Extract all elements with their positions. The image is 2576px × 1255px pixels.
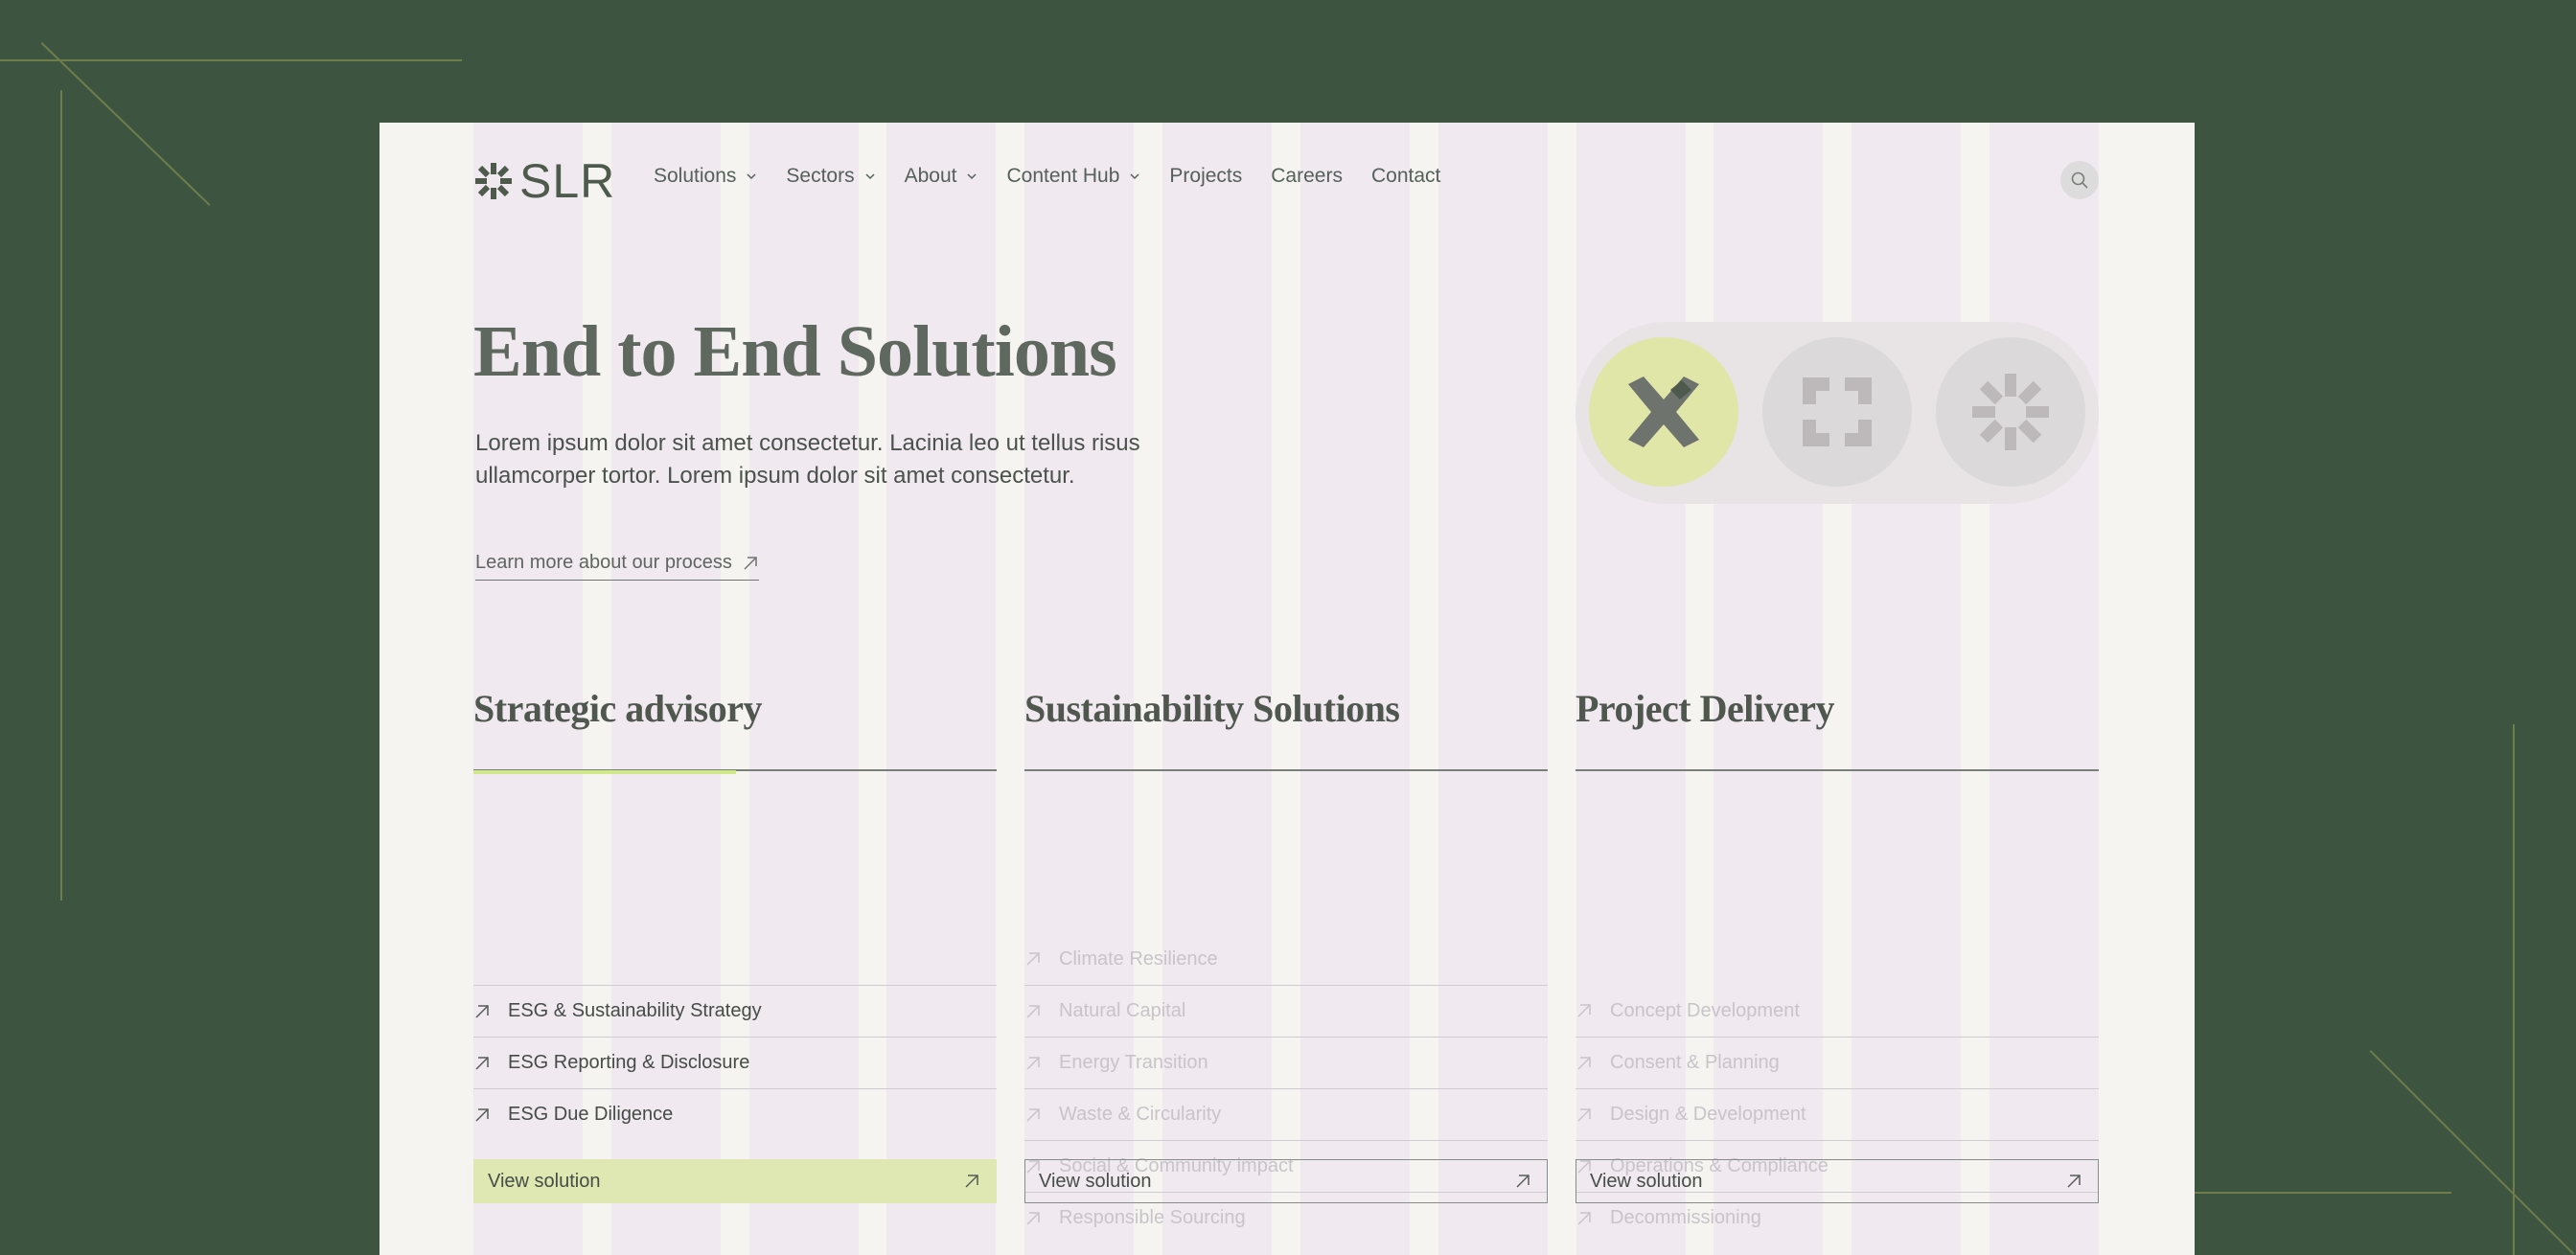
- arrow-up-right-icon: [1026, 1211, 1040, 1225]
- list-item[interactable]: Design & Development: [1576, 1088, 2099, 1140]
- decor-line-left-vertical: [60, 90, 62, 901]
- decor-diagonal-top-left: [40, 42, 211, 206]
- arrow-up-right-icon: [1577, 1004, 1591, 1017]
- arrow-up-right-icon: [2067, 1175, 2081, 1188]
- solution-list: Concept Development Consent & Planning D…: [1576, 985, 2099, 1244]
- arrow-up-right-icon: [1577, 1211, 1591, 1225]
- list-item[interactable]: Natural Capital: [1024, 985, 1548, 1037]
- solution-list: ESG & Sustainability Strategy ESG Report…: [473, 985, 997, 1140]
- decor-line-right-vertical: [2513, 724, 2515, 1255]
- list-item[interactable]: Energy Transition: [1024, 1037, 1548, 1088]
- solution-strategic-advisory: Strategic advisory ESG & Sustainability …: [473, 123, 997, 1255]
- arrow-up-right-icon: [1026, 1056, 1040, 1070]
- arrow-up-right-icon: [1026, 952, 1040, 966]
- decor-line-top-left: [0, 59, 462, 61]
- view-solution-button[interactable]: View solution: [1024, 1159, 1548, 1203]
- active-indicator: [473, 770, 736, 774]
- arrow-up-right-icon: [1577, 1107, 1591, 1122]
- view-solution-button[interactable]: View solution: [473, 1159, 997, 1203]
- arrow-up-right-icon: [1516, 1175, 1530, 1188]
- list-item[interactable]: Concept Development: [1576, 985, 2099, 1037]
- list-item[interactable]: ESG Reporting & Disclosure: [473, 1037, 997, 1088]
- solution-title: Sustainability Solutions: [1024, 687, 1400, 730]
- list-item[interactable]: Consent & Planning: [1576, 1037, 2099, 1088]
- view-solution-button[interactable]: View solution: [1576, 1159, 2099, 1203]
- divider: [1576, 769, 2099, 771]
- arrow-up-right-icon: [1577, 1056, 1591, 1070]
- arrow-up-right-icon: [1026, 1107, 1040, 1122]
- list-item[interactable]: ESG Due Diligence: [473, 1088, 997, 1140]
- arrow-up-right-icon: [475, 1107, 489, 1122]
- decor-diagonal-bottom-right: [2369, 1050, 2575, 1255]
- solution-sustainability: Sustainability Solutions Climate Resilie…: [1024, 123, 1548, 1255]
- list-item[interactable]: Climate Resilience: [1024, 933, 1548, 985]
- solution-project-delivery: Project Delivery Concept Development Con…: [1576, 123, 2099, 1255]
- solution-title: Strategic advisory: [473, 687, 762, 730]
- arrow-up-right-icon: [475, 1004, 489, 1018]
- arrow-up-right-icon: [1026, 1004, 1040, 1018]
- arrow-up-right-icon: [475, 1056, 489, 1070]
- list-item[interactable]: ESG & Sustainability Strategy: [473, 985, 997, 1037]
- solution-title: Project Delivery: [1576, 687, 1835, 730]
- divider: [1024, 769, 1548, 771]
- list-item[interactable]: Waste & Circularity: [1024, 1088, 1548, 1140]
- arrow-up-right-icon: [965, 1175, 978, 1188]
- page-card: SLR Solutions Sectors About Content Hub …: [380, 123, 2195, 1255]
- decor-line-bottom-right: [2195, 1192, 2451, 1194]
